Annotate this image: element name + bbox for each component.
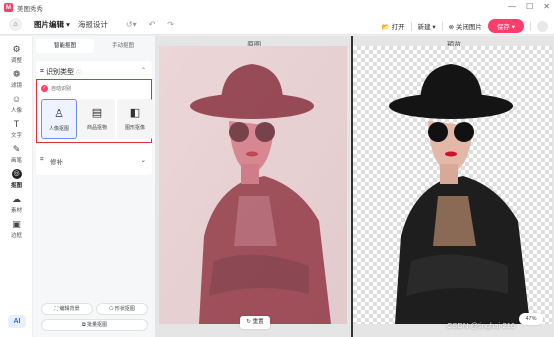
adjust-icon: ⚙ bbox=[12, 44, 21, 54]
redo-icon[interactable]: ↷ bbox=[167, 20, 174, 29]
filter-icon: ❁ bbox=[12, 69, 21, 79]
undo-icon[interactable]: ↶ bbox=[149, 20, 156, 29]
open-button[interactable]: 📂 打开 bbox=[382, 21, 405, 31]
product-icon: ▤ bbox=[91, 107, 103, 119]
original-image[interactable] bbox=[159, 46, 347, 324]
cutout-panel: 智能抠图 手动抠图 ⌗ 识别类型 ⓘ ⌃ ✓ 自动识别 ♙ 人像抠图 ▤ 商品抠… bbox=[33, 36, 155, 337]
scan-icon: ⌗ bbox=[40, 68, 44, 75]
expand-icon: ⌄ bbox=[140, 157, 146, 164]
edit-background-button[interactable]: ⛶ 编辑背景 bbox=[41, 303, 93, 315]
nav-materials[interactable]: ☁ 素材 bbox=[0, 194, 33, 214]
ai-icon[interactable]: AI bbox=[8, 315, 26, 328]
maximize-icon[interactable]: ☐ bbox=[526, 2, 533, 11]
open-label: 打开 bbox=[391, 24, 405, 31]
type-label: 商品抠物 bbox=[86, 125, 107, 131]
close-image-button[interactable]: ⊗ 关闭图片 bbox=[449, 21, 482, 31]
recognize-card: ⌗ 识别类型 ⓘ ⌃ ✓ 自动识别 ♙ 人像抠图 ▤ 商品抠物 ◧ 图形抠像 ⌗… bbox=[36, 61, 153, 175]
type-label: 人像抠图 bbox=[48, 126, 69, 132]
batch-cutout-label: 批量抠图 bbox=[86, 322, 107, 328]
repair-icon: ⌗ bbox=[40, 156, 44, 163]
nav-brush[interactable]: ✎ 画笔 bbox=[0, 144, 33, 164]
save-button[interactable]: 保存 ▾ bbox=[487, 19, 524, 33]
collapse-icon[interactable]: ⌃ bbox=[141, 67, 146, 74]
nav-label: 抠图 bbox=[10, 183, 22, 189]
save-label: 保存 bbox=[496, 24, 510, 31]
tab-smart-cutout[interactable]: 智能抠图 bbox=[36, 39, 94, 53]
new-label: 新建 bbox=[417, 24, 431, 31]
nav-label: 文字 bbox=[10, 133, 22, 139]
frame-icon: ▣ bbox=[12, 219, 21, 229]
auto-recognize-option[interactable]: ✓ 自动识别 bbox=[41, 85, 71, 92]
watermark-text: CSDN @tinghai-216 bbox=[447, 321, 516, 330]
type-product[interactable]: ▤ 商品抠物 bbox=[79, 99, 115, 139]
auto-recognize-label: 自动识别 bbox=[51, 86, 72, 92]
reset-label: 重置 bbox=[252, 319, 264, 325]
user-avatar-icon[interactable] bbox=[537, 20, 548, 32]
menu-bar: ⌂ 图片编辑 ▾ 海报设计 ↺▾ ↶ ↷ 📂 打开 新建 ▾ ⊗ 关闭图片 保存… bbox=[0, 15, 554, 35]
nav-label: 调整 bbox=[10, 58, 22, 64]
tab-image-edit[interactable]: 图片编辑 ▾ bbox=[34, 19, 70, 30]
help-icon[interactable]: ⓘ bbox=[76, 68, 82, 77]
nav-label: 滤镜 bbox=[10, 83, 22, 89]
nav-label: 素材 bbox=[10, 208, 22, 214]
nav-filter[interactable]: ❁ 滤镜 bbox=[0, 69, 33, 89]
history-icon[interactable]: ↺▾ bbox=[126, 20, 137, 29]
home-icon[interactable]: ⌂ bbox=[9, 18, 22, 31]
panel-footer: ⛶ 编辑背景 ⬠ 形状抠图 ⧉ 批量抠图 bbox=[33, 295, 155, 337]
title-bar: M 美图秀秀 — ☐ ✕ bbox=[0, 0, 554, 15]
tab-poster-design[interactable]: 海报设计 bbox=[78, 19, 108, 30]
shape-cutout-button[interactable]: ⬠ 形状抠图 bbox=[96, 303, 148, 315]
type-portrait[interactable]: ♙ 人像抠图 bbox=[41, 99, 77, 139]
mode-switch: 智能抠图 手动抠图 bbox=[36, 39, 152, 53]
app-logo-icon: M bbox=[4, 3, 13, 12]
close-image-label: 关闭图片 bbox=[455, 24, 482, 31]
nav-label: 边框 bbox=[10, 233, 22, 239]
left-nav: ⚙ 调整 ❁ 滤镜 ☺ 人像 T 文字 ✎ 画笔 ◎ 抠图 ☁ 素材 ▣ 边框 AI bbox=[0, 36, 33, 337]
cutout-icon: ◎ bbox=[11, 169, 22, 179]
type-label: 图形抠像 bbox=[124, 125, 145, 131]
nav-adjust[interactable]: ⚙ 调整 bbox=[0, 44, 33, 64]
preview-image[interactable] bbox=[353, 46, 552, 324]
app-title: 美图秀秀 bbox=[17, 5, 43, 13]
nav-label: 人像 bbox=[10, 108, 22, 114]
shape-cutout-label: 形状抠图 bbox=[114, 306, 135, 312]
check-icon: ✓ bbox=[41, 85, 48, 92]
text-icon: T bbox=[13, 119, 20, 129]
repair-row[interactable]: ⌗ 修补 ⌄ bbox=[36, 151, 152, 171]
nav-label: 画笔 bbox=[10, 158, 22, 164]
nav-cutout[interactable]: ◎ 抠图 bbox=[0, 169, 33, 189]
recognize-title: 识别类型 bbox=[45, 69, 74, 76]
new-button[interactable]: 新建 ▾ bbox=[418, 21, 436, 31]
nav-portrait[interactable]: ☺ 人像 bbox=[0, 94, 33, 114]
reset-button[interactable]: ↻ 重置 bbox=[240, 316, 270, 329]
nav-text[interactable]: T 文字 bbox=[0, 119, 33, 139]
close-icon[interactable]: ✕ bbox=[543, 2, 550, 11]
minimize-icon[interactable]: — bbox=[508, 2, 516, 11]
portrait-cutout-image bbox=[389, 64, 530, 324]
brush-icon: ✎ bbox=[12, 144, 21, 154]
portrait-icon: ☺ bbox=[11, 94, 22, 104]
nav-frame[interactable]: ▣ 边框 bbox=[0, 219, 33, 239]
materials-icon: ☁ bbox=[12, 194, 21, 204]
portrait-masked-image bbox=[159, 46, 347, 324]
type-graphic[interactable]: ◧ 图形抠像 bbox=[117, 99, 153, 139]
person-icon: ♙ bbox=[54, 108, 64, 120]
batch-cutout-button[interactable]: ⧉ 批量抠图 bbox=[41, 319, 148, 331]
graphic-icon: ◧ bbox=[129, 107, 141, 119]
zoom-level[interactable]: 47% bbox=[519, 313, 543, 325]
repair-label: 修补 bbox=[50, 159, 63, 166]
edit-background-label: 编辑背景 bbox=[59, 306, 80, 312]
tab-manual-cutout[interactable]: 手动抠图 bbox=[94, 39, 152, 53]
